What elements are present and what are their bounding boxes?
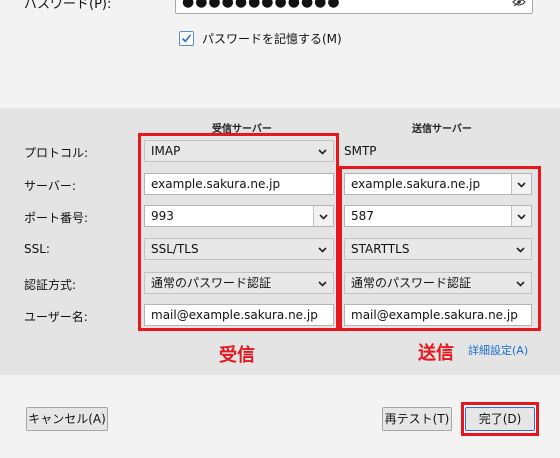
outgoing-auth-value: 通常のパスワード認証 — [351, 276, 472, 290]
incoming-username-input[interactable]: mail@example.sakura.ne.jp — [144, 304, 334, 326]
server-label: サーバー: — [24, 179, 76, 193]
incoming-protocol-value: IMAP — [151, 144, 181, 158]
incoming-protocol-select[interactable]: IMAP — [144, 140, 334, 162]
password-masked-value: ●●●●●●●●●●●● — [182, 0, 341, 10]
incoming-auth-select[interactable]: 通常のパスワード認証 — [144, 272, 334, 294]
outgoing-server-dropdown-button[interactable] — [511, 174, 531, 194]
dialog-button-bar: キャンセル(A) 再テスト(T) 完了(D) — [0, 375, 560, 458]
outgoing-annotation-label: 送信 — [418, 343, 454, 364]
ssl-label: SSL: — [24, 242, 50, 256]
chevron-down-icon — [319, 214, 328, 220]
outgoing-protocol-value: SMTP — [344, 144, 377, 158]
outgoing-server-combo[interactable]: example.sakura.ne.jp — [344, 173, 532, 195]
auth-label: 認証方式: — [24, 278, 77, 292]
eye-slash-icon[interactable] — [512, 0, 526, 7]
incoming-annotation-label: 受信 — [219, 345, 255, 366]
chevron-down-icon — [517, 214, 526, 220]
outgoing-ssl-select[interactable]: STARTTLS — [344, 238, 532, 260]
incoming-ssl-select[interactable]: SSL/TLS — [144, 238, 334, 260]
incoming-ssl-value: SSL/TLS — [151, 242, 199, 256]
chevron-down-icon — [516, 281, 525, 287]
outgoing-port-combo[interactable]: 587 — [344, 205, 532, 227]
chevron-down-icon — [318, 247, 327, 253]
server-settings-panel: 受信サーバー 送信サーバー プロトコル: サーバー: ポート番号: SSL: 認… — [0, 108, 560, 375]
incoming-server-input[interactable]: example.sakura.ne.jp — [144, 173, 334, 195]
account-top-section: パスワード(P): ●●●●●●●●●●●● パスワードを記憶する(M) — [0, 0, 560, 108]
outgoing-ssl-value: STARTTLS — [351, 242, 410, 256]
incoming-server-value: example.sakura.ne.jp — [151, 177, 281, 191]
chevron-down-icon — [517, 182, 526, 188]
password-label: パスワード(P): — [24, 0, 112, 12]
retest-button[interactable]: 再テスト(T) — [382, 407, 452, 431]
chevron-down-icon — [318, 281, 327, 287]
done-button[interactable]: 完了(D) — [465, 407, 535, 431]
protocol-label: プロトコル: — [24, 146, 89, 160]
incoming-port-dropdown-button[interactable] — [313, 206, 333, 226]
advanced-settings-link[interactable]: 詳細設定(A) — [468, 342, 528, 358]
password-field[interactable]: ●●●●●●●●●●●● — [175, 0, 533, 14]
outgoing-server-value: example.sakura.ne.jp — [351, 177, 481, 191]
chevron-down-icon — [516, 247, 525, 253]
port-label: ポート番号: — [24, 211, 89, 225]
incoming-column-header: 受信サーバー — [212, 124, 272, 135]
username-label: ユーザー名: — [24, 310, 88, 324]
outgoing-column-header: 送信サーバー — [412, 124, 472, 135]
outgoing-port-dropdown-button[interactable] — [511, 206, 531, 226]
cancel-button[interactable]: キャンセル(A) — [26, 407, 108, 431]
incoming-username-value: mail@example.sakura.ne.jp — [151, 308, 318, 322]
outgoing-auth-select[interactable]: 通常のパスワード認証 — [344, 272, 532, 294]
outgoing-port-value: 587 — [351, 209, 374, 223]
chevron-down-icon — [318, 149, 327, 155]
outgoing-username-value: mail@example.sakura.ne.jp — [351, 308, 518, 322]
incoming-highlight-box — [138, 133, 339, 331]
incoming-port-value: 993 — [151, 209, 174, 223]
incoming-port-combo[interactable]: 993 — [144, 205, 334, 227]
remember-password-label: パスワードを記憶する(M) — [202, 32, 342, 46]
remember-password-checkbox[interactable]: パスワードを記憶する(M) — [179, 30, 342, 47]
outgoing-username-input[interactable]: mail@example.sakura.ne.jp — [344, 304, 532, 326]
checkbox-checked-icon[interactable] — [179, 31, 194, 46]
incoming-auth-value: 通常のパスワード認証 — [151, 276, 272, 290]
